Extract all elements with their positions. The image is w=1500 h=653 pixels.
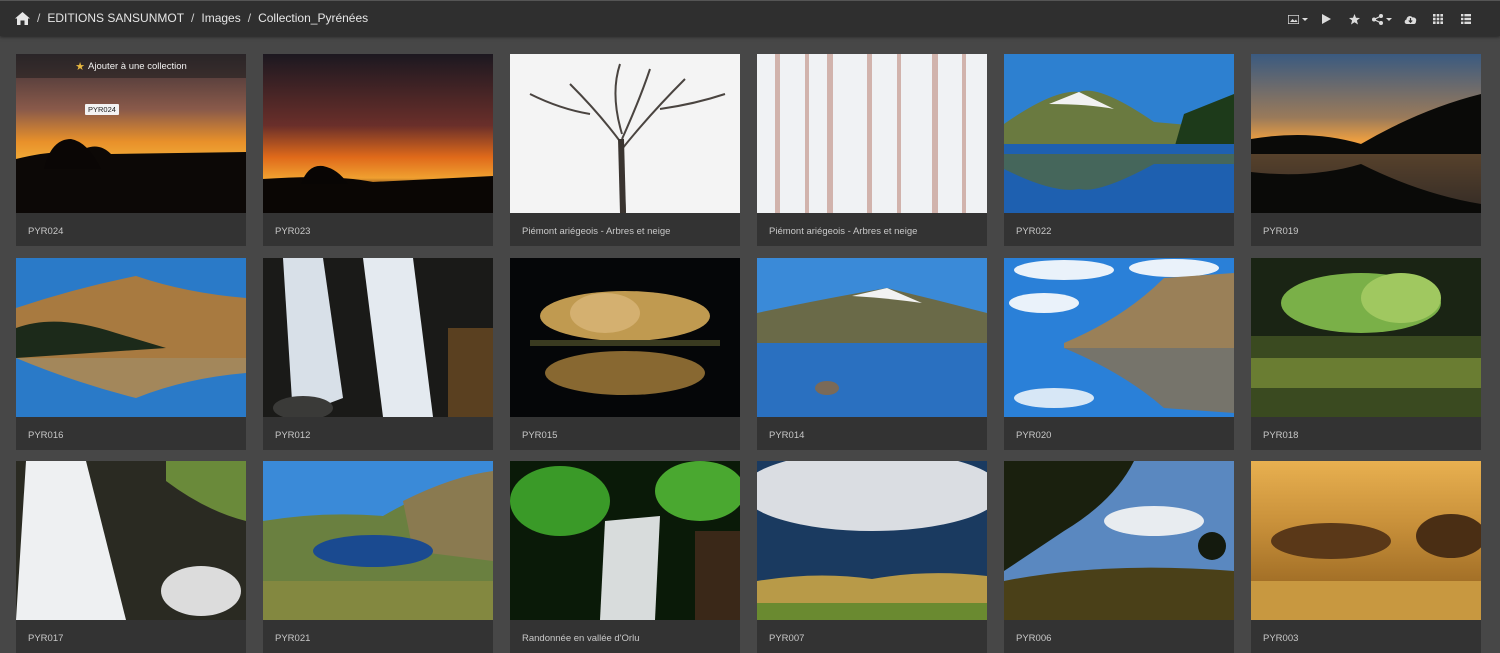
image-card[interactable]: PYR018 [1251,258,1481,450]
image-label: PYR024 [28,226,64,237]
star-icon: ★ [75,60,86,73]
breadcrumb-separator: / [37,11,41,25]
image-thumbnail[interactable] [510,54,740,213]
image-card[interactable]: PYR023 [263,54,493,246]
image-thumbnail[interactable] [757,54,987,213]
image-label: PYR015 [522,430,558,441]
add-to-collection-button[interactable]: ★ Ajouter à une collection [16,54,246,78]
image-thumbnail[interactable] [263,461,493,620]
image-thumbnail[interactable] [1251,54,1481,213]
image-thumbnail[interactable] [1004,461,1234,620]
image-label: PYR023 [275,226,311,237]
image-thumbnail[interactable] [757,258,987,417]
image-label: PYR019 [1263,226,1299,237]
image-label: Piémont ariégeois - Arbres et neige [522,226,671,237]
image-card[interactable]: ★ Ajouter à une collection PYR024 PYR024 [16,54,246,246]
download-icon[interactable] [1396,10,1424,28]
star-icon[interactable] [1340,10,1368,28]
add-to-collection-label: Ajouter à une collection [88,60,187,72]
image-card[interactable]: Piémont ariégeois - Arbres et neige [510,54,740,246]
breadcrumb-item-images[interactable]: Images [201,11,240,25]
list-icon[interactable] [1452,10,1480,28]
top-bar: / EDITIONS SANSUNMOT / Images / Collecti… [0,0,1500,36]
image-label: PYR022 [1016,226,1052,237]
image-card[interactable]: PYR014 [757,258,987,450]
image-thumbnail[interactable] [263,54,493,213]
breadcrumb-item-editions[interactable]: EDITIONS SANSUNMOT [47,11,184,25]
image-size-icon[interactable] [1284,10,1312,28]
image-thumbnail[interactable]: ★ Ajouter à une collection PYR024 [16,54,246,213]
breadcrumb-separator: / [191,11,195,25]
image-card[interactable]: PYR006 [1004,461,1234,653]
share-icon[interactable] [1368,10,1396,28]
breadcrumb: / EDITIONS SANSUNMOT / Images / Collecti… [15,11,368,25]
image-thumbnail[interactable] [1004,258,1234,417]
image-card[interactable]: PYR019 [1251,54,1481,246]
image-label: PYR016 [28,430,64,441]
image-card[interactable]: Piémont ariégeois - Arbres et neige [757,54,987,246]
image-card[interactable]: PYR012 [263,258,493,450]
tooltip: PYR024 [85,104,119,115]
image-card[interactable]: PYR003 [1251,461,1481,653]
home-icon[interactable] [15,11,30,25]
toolbar [1284,10,1480,28]
image-card[interactable]: PYR020 [1004,258,1234,450]
image-card[interactable]: PYR016 [16,258,246,450]
image-card[interactable]: PYR021 [263,461,493,653]
image-card[interactable]: PYR015 [510,258,740,450]
breadcrumb-item-collection[interactable]: Collection_Pyrénées [258,11,368,25]
image-card[interactable]: Randonnée en vallée d'Orlu [510,461,740,653]
image-card[interactable]: PYR022 [1004,54,1234,246]
image-thumbnail[interactable] [16,258,246,417]
grid-small-icon[interactable] [1424,10,1452,28]
image-thumbnail[interactable] [1251,258,1481,417]
image-thumbnail[interactable] [1004,54,1234,213]
play-icon[interactable] [1312,10,1340,28]
image-label: PYR018 [1263,430,1299,441]
breadcrumb-separator: / [247,11,252,25]
image-thumbnail[interactable] [16,461,246,620]
image-thumbnail[interactable] [510,461,740,620]
image-thumbnail[interactable] [510,258,740,417]
image-label: Piémont ariégeois - Arbres et neige [769,226,918,237]
image-thumbnail[interactable] [757,461,987,620]
image-label: PYR020 [1016,430,1052,441]
image-thumbnail[interactable] [263,258,493,417]
image-thumbnail[interactable] [1251,461,1481,620]
image-card[interactable]: PYR007 [757,461,987,653]
image-card[interactable]: PYR017 [16,461,246,653]
image-label: PYR014 [769,430,805,441]
image-label: PYR012 [275,430,311,441]
